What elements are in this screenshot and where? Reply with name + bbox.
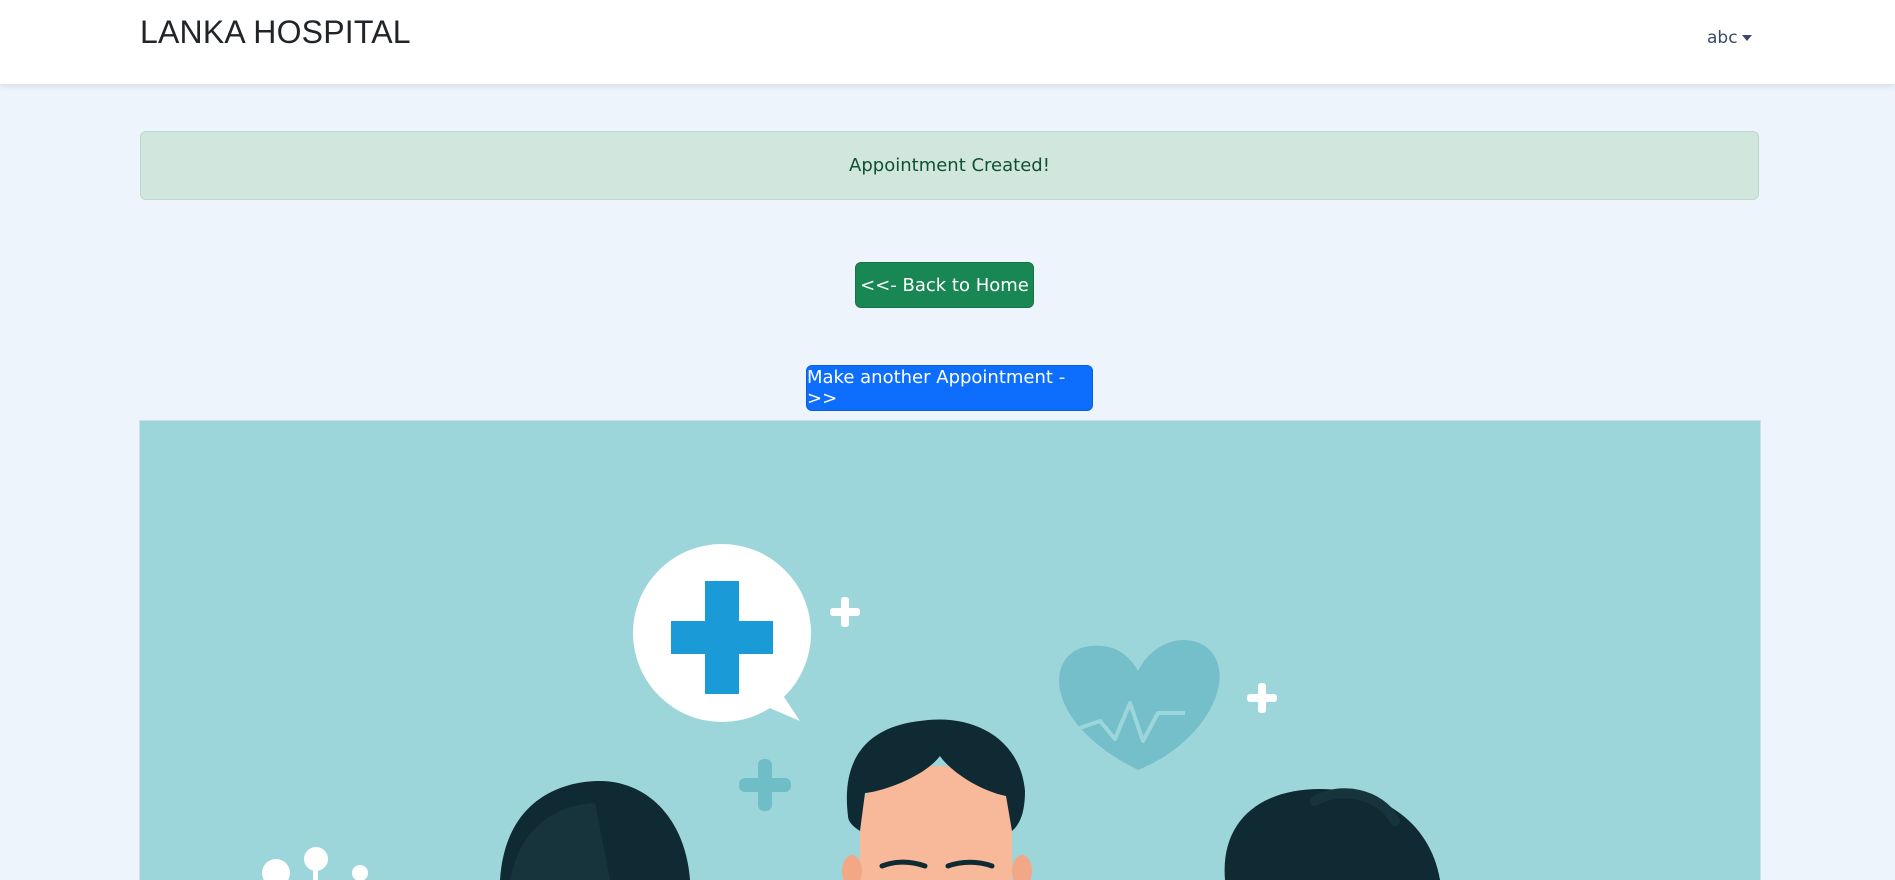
- success-alert: Appointment Created!: [140, 131, 1759, 200]
- heart-pulse-icon: [1059, 640, 1220, 770]
- doctor-left-figure: [500, 781, 690, 880]
- medical-staff-illustration: [139, 420, 1761, 880]
- make-another-appointment-button[interactable]: Make another Appointment ->>: [806, 365, 1093, 411]
- plus-faded-icon: [739, 759, 791, 811]
- doctor-right-figure: [1224, 788, 1440, 880]
- brand-logo-text[interactable]: LANKA HOSPITAL: [140, 14, 411, 51]
- back-to-home-button[interactable]: <<- Back to Home: [855, 262, 1034, 308]
- medical-cross-bubble-icon: [633, 544, 811, 722]
- caret-down-icon: [1741, 35, 1752, 41]
- decorative-dots-icon: [262, 847, 368, 880]
- user-dropdown-label: abc: [1707, 28, 1738, 48]
- top-navbar: LANKA HOSPITAL abc: [0, 0, 1895, 84]
- user-dropdown-toggle[interactable]: abc: [1707, 28, 1752, 48]
- doctor-center-figure: [842, 719, 1032, 880]
- alert-message: Appointment Created!: [849, 155, 1050, 176]
